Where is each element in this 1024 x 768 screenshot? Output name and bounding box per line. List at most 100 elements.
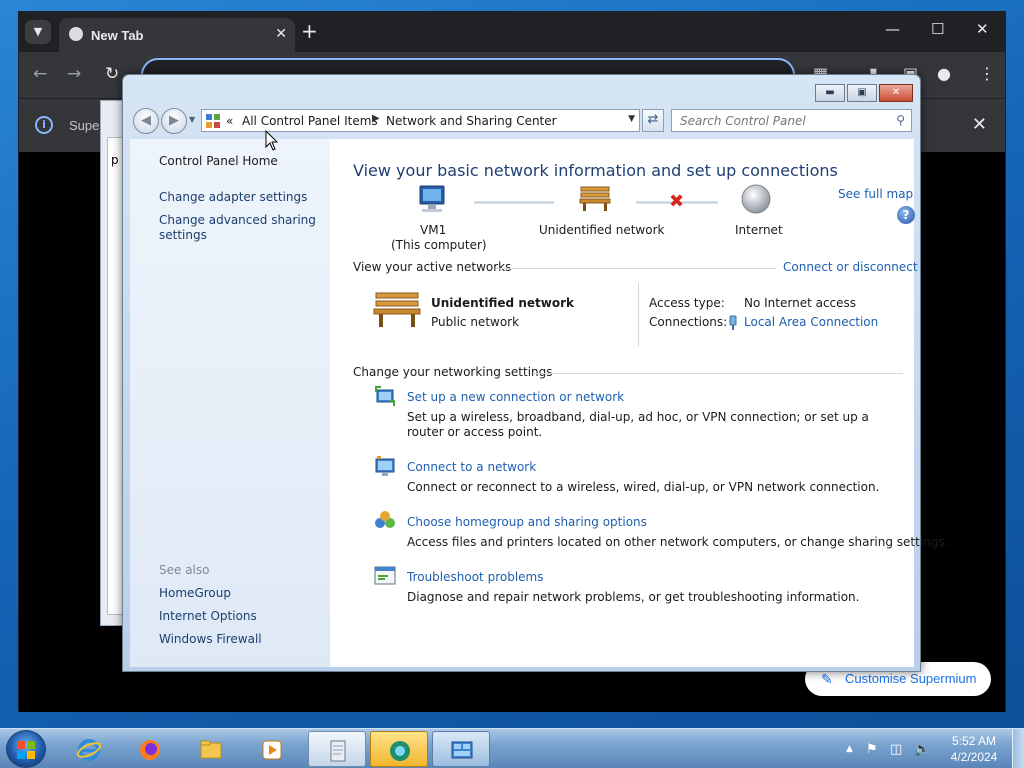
taskbar-media-player[interactable] xyxy=(243,731,301,767)
change-advanced-sharing-link[interactable]: Change advanced sharing settings xyxy=(159,213,319,243)
internet-options-link[interactable]: Internet Options xyxy=(159,609,257,624)
back-icon[interactable]: ← xyxy=(33,64,47,84)
maximize-icon[interactable]: ☐ xyxy=(931,20,944,38)
forward-button[interactable]: ▶ xyxy=(161,108,187,134)
task-connect-network-link[interactable]: Connect to a network xyxy=(407,460,536,474)
refresh-button[interactable]: ⇄ xyxy=(642,109,664,132)
no-connection-x-icon[interactable]: ✖ xyxy=(669,191,684,212)
help-icon[interactable]: ? xyxy=(897,206,915,224)
see-also-heading: See also xyxy=(159,563,210,577)
taskbar-internet-explorer[interactable] xyxy=(60,731,118,767)
taskbar-notepad[interactable] xyxy=(308,731,366,767)
task-troubleshoot-link[interactable]: Troubleshoot problems xyxy=(407,570,543,584)
active-networks-heading: View your active networks xyxy=(353,260,512,274)
tab-favicon-icon xyxy=(69,27,83,41)
page-title: View your basic network information and … xyxy=(353,161,838,180)
left-pane: Control Panel Home Change adapter settin… xyxy=(130,139,330,667)
address-dropdown-icon[interactable]: ▼ xyxy=(628,114,635,124)
folder-icon xyxy=(200,740,222,759)
clock-time: 5:52 AM xyxy=(951,734,997,748)
browser-tab-bar: ▼ New Tab ✕ + — ☐ ✕ xyxy=(19,12,1005,52)
firefox-icon xyxy=(140,740,160,760)
windows-logo-icon xyxy=(17,741,35,759)
tab-search-button[interactable]: ▼ xyxy=(25,20,51,44)
clock-date: 4/2/2024 xyxy=(950,750,998,764)
taskbar-explorer[interactable] xyxy=(182,731,240,767)
breadcrumb-prefix[interactable]: « xyxy=(226,114,233,128)
menu-icon[interactable]: ⋮ xyxy=(979,64,995,83)
minimize-icon[interactable]: — xyxy=(885,20,900,38)
task-homegroup-desc: Access files and printers located on oth… xyxy=(407,535,949,549)
media-player-icon xyxy=(262,740,282,760)
windows-firewall-link[interactable]: Windows Firewall xyxy=(159,632,262,647)
breadcrumb-current[interactable]: Network and Sharing Center xyxy=(386,114,557,128)
connect-disconnect-link[interactable]: Connect or disconnect xyxy=(783,260,918,274)
new-tab-icon[interactable]: + xyxy=(301,21,318,41)
close-button[interactable]: ✕ xyxy=(879,84,913,102)
section-divider xyxy=(534,373,903,374)
task-troubleshoot-desc: Diagnose and repair network problems, or… xyxy=(407,590,860,604)
task-homegroup-link[interactable]: Choose homegroup and sharing options xyxy=(407,515,647,529)
search-icon[interactable]: ⚲ xyxy=(896,113,905,127)
breadcrumb-arrow-icon[interactable]: ▶ xyxy=(372,113,380,124)
new-connection-icon xyxy=(375,386,395,406)
see-full-map-link[interactable]: See full map xyxy=(838,187,913,201)
volume-muted-icon[interactable]: 🔈 xyxy=(914,742,930,757)
mouse-cursor-icon xyxy=(265,130,279,151)
search-box[interactable]: ⚲ xyxy=(671,109,912,132)
minimize-button[interactable]: ▬ xyxy=(815,84,845,102)
forward-icon[interactable]: → xyxy=(67,64,81,84)
control-panel-home-link[interactable]: Control Panel Home xyxy=(159,154,278,169)
info-icon: i xyxy=(35,116,53,134)
notepad-icon xyxy=(330,740,346,762)
tab-title: New Tab xyxy=(91,28,144,43)
change-adapter-settings-link[interactable]: Change adapter settings xyxy=(159,190,307,205)
start-button[interactable] xyxy=(6,730,46,768)
change-settings-heading: Change your networking settings xyxy=(353,365,553,379)
network-name: Unidentified network xyxy=(539,223,665,237)
bench-icon[interactable] xyxy=(578,183,612,213)
control-panel-icon xyxy=(206,114,220,128)
show-desktop-button[interactable] xyxy=(1012,729,1024,768)
computer-name: VM1 xyxy=(420,223,447,237)
vertical-divider xyxy=(638,283,639,347)
network-center-icon xyxy=(451,741,473,759)
globe-icon[interactable] xyxy=(740,183,772,215)
browser-tab[interactable]: New Tab ✕ xyxy=(59,18,295,52)
access-type-value: No Internet access xyxy=(744,296,857,310)
recent-pages-icon[interactable]: ▼ xyxy=(189,115,195,124)
customise-label: Customise Supermium xyxy=(845,671,977,686)
info-text: Supe xyxy=(69,118,100,133)
search-input[interactable] xyxy=(672,110,882,131)
breadcrumb-all-items[interactable]: All Control Panel Items xyxy=(242,114,378,128)
connect-network-icon xyxy=(375,456,395,476)
connections-label: Connections: xyxy=(649,315,728,329)
task-setup-connection-link[interactable]: Set up a new connection or network xyxy=(407,390,624,404)
local-area-connection-link[interactable]: Local Area Connection xyxy=(744,315,878,329)
taskbar-control-panel[interactable] xyxy=(432,731,490,767)
back-button[interactable]: ◀ xyxy=(133,108,159,134)
taskbar-firefox[interactable] xyxy=(121,731,179,767)
taskbar-supermium[interactable] xyxy=(370,731,428,767)
info-close-icon[interactable]: ✕ xyxy=(972,114,987,135)
supermium-icon xyxy=(390,741,410,761)
ethernet-icon xyxy=(729,315,737,330)
access-type-label: Access type: xyxy=(649,296,725,310)
active-network-type[interactable]: Public network xyxy=(431,315,519,329)
address-bar[interactable]: « All Control Panel Items ▶ Network and … xyxy=(201,109,640,132)
control-panel-window: ▬ ▣ ✕ ◀ ▶ ▼ « All Control Panel Items ▶ … xyxy=(122,74,948,672)
clock[interactable]: 5:52 AM 4/2/2024 xyxy=(944,733,1004,765)
tray-overflow-icon[interactable]: ▲ xyxy=(846,744,853,754)
restore-button[interactable]: ▣ xyxy=(847,84,877,102)
profile-icon[interactable]: ● xyxy=(937,64,951,83)
homegroup-link[interactable]: HomeGroup xyxy=(159,586,231,601)
computer-icon[interactable] xyxy=(416,185,450,215)
internet-explorer-icon xyxy=(77,739,101,761)
action-center-flag-icon[interactable]: ⚑ xyxy=(866,742,878,757)
computer-subtitle: (This computer) xyxy=(391,238,487,252)
reload-icon[interactable]: ↻ xyxy=(105,64,119,84)
close-icon[interactable]: ✕ xyxy=(976,20,989,38)
tab-close-icon[interactable]: ✕ xyxy=(275,26,287,42)
background-window-text: p xyxy=(111,153,119,167)
network-tray-icon[interactable]: ◫ xyxy=(890,742,902,757)
